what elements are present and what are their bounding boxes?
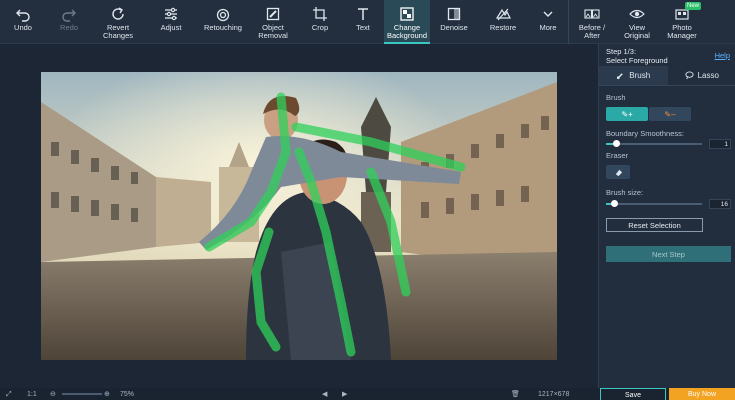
revert-changes-button[interactable]: Revert Changes — [92, 0, 144, 44]
denoise-button[interactable]: Denoise — [430, 0, 478, 44]
boundary-label: Boundary Smoothness: — [606, 129, 684, 138]
prev-image-icon[interactable]: ◀ — [322, 390, 327, 399]
lasso-icon — [685, 71, 694, 80]
zoom-level: 75% — [120, 391, 135, 398]
eye-icon — [629, 9, 645, 19]
trash-icon[interactable]: 🗑 — [511, 390, 520, 399]
brush-size-slider[interactable] — [606, 200, 702, 207]
tab-brush-label: Brush — [629, 71, 651, 80]
revert-label: Revert Changes — [102, 23, 134, 40]
brush-sub-sign: – — [671, 109, 676, 119]
reset-selection-button[interactable]: Reset Selection — [606, 218, 703, 232]
denoise-icon — [447, 7, 461, 21]
step-number: Step 1/3: — [606, 47, 637, 56]
change-background-label: Change Background — [386, 23, 428, 40]
background-icon — [400, 7, 414, 21]
restore-button[interactable]: Restore — [478, 0, 528, 44]
change-background-button[interactable]: Change Background — [384, 0, 430, 44]
before-after-label: Before / After — [578, 23, 606, 40]
chevron-down-icon — [543, 11, 553, 17]
undo-label: Undo — [14, 23, 32, 32]
retouching-label: Retouching — [204, 23, 242, 32]
tab-lasso[interactable]: Lasso — [668, 66, 735, 85]
new-badge: New — [684, 2, 701, 10]
retouching-button[interactable]: Retouching — [198, 0, 248, 44]
retouch-icon — [216, 8, 230, 22]
boundary-value[interactable]: 1 — [709, 139, 731, 149]
eraser-icon — [615, 169, 622, 176]
canvas-area[interactable] — [0, 44, 598, 388]
object-removal-label: Object Removal — [258, 23, 288, 40]
brush-icon — [617, 73, 624, 80]
photo-image — [41, 72, 557, 360]
boundary-slider[interactable] — [606, 140, 702, 147]
before-after-icon — [584, 9, 600, 19]
text-label: Text — [356, 23, 370, 32]
redo-icon — [62, 9, 76, 22]
restore-icon — [495, 8, 511, 21]
object-removal-button[interactable]: Object Removal — [248, 0, 298, 44]
tab-brush[interactable]: Brush — [599, 66, 668, 85]
before-after-button[interactable]: Before / After — [569, 0, 615, 44]
restore-label: Restore — [489, 23, 517, 32]
text-button[interactable]: Text — [342, 0, 384, 44]
eraser-button[interactable] — [606, 165, 630, 179]
eraser-square-icon — [266, 7, 280, 21]
step-title: Step 1/3: Select Foreground — [606, 47, 668, 65]
sliders-icon — [165, 7, 177, 21]
brush-size-value[interactable]: 16 — [709, 199, 731, 209]
photo-manager-button[interactable]: New Photo Manager — [659, 0, 705, 44]
brush-minus-icon: ✎ — [664, 109, 672, 119]
boundary-slider-thumb[interactable] — [613, 140, 620, 147]
photo-canvas[interactable] — [41, 72, 557, 360]
redo-button[interactable]: Redo — [46, 0, 92, 44]
crop-label: Crop — [311, 23, 329, 32]
zoom-out-icon[interactable]: ⊖ — [50, 390, 56, 399]
brush-label: Brush — [606, 93, 626, 102]
view-original-button[interactable]: View Original — [615, 0, 659, 44]
brush-add-sign: + — [628, 109, 633, 119]
next-step-button[interactable]: Next Step — [606, 246, 731, 262]
adjust-button[interactable]: Adjust — [144, 0, 198, 44]
brush-size-label: Brush size: — [606, 188, 644, 197]
background-panel: Step 1/3: Select Foreground Help Brush L… — [598, 44, 735, 388]
zoom-slider[interactable] — [62, 393, 102, 395]
main-toolbar: Undo Redo Revert Changes Adjust Retouchi… — [0, 0, 735, 44]
brush-plus-icon: ✎ — [621, 109, 629, 119]
more-label: More — [539, 23, 557, 32]
redo-label: Redo — [60, 23, 78, 32]
tool-tabs: Brush Lasso — [599, 66, 735, 86]
undo-icon — [16, 9, 30, 22]
revert-icon — [112, 7, 124, 20]
crop-icon — [313, 7, 327, 21]
save-button[interactable]: Save — [600, 388, 666, 400]
tab-lasso-label: Lasso — [697, 71, 719, 80]
zoom-1to1-button[interactable]: 1:1 — [27, 390, 37, 399]
next-image-icon[interactable]: ▶ — [342, 390, 347, 399]
photo-editor-window: Undo Redo Revert Changes Adjust Retouchi… — [0, 0, 735, 400]
zoom-in-icon[interactable]: ⊕ — [104, 390, 110, 399]
help-link[interactable]: Help — [715, 51, 730, 60]
view-original-label: View Original — [624, 23, 650, 40]
photo-manager-label: Photo Manager — [667, 23, 697, 40]
image-dimensions: 1217×678 — [538, 391, 570, 398]
brush-subtract-button[interactable]: ✎ – — [649, 107, 691, 121]
text-icon — [358, 8, 368, 20]
adjust-label: Adjust — [160, 23, 182, 32]
crop-button[interactable]: Crop — [298, 0, 342, 44]
denoise-label: Denoise — [440, 23, 468, 32]
brush-add-button[interactable]: ✎ + — [606, 107, 648, 121]
undo-button[interactable]: Undo — [0, 0, 46, 44]
buy-now-button[interactable]: Buy Now — [669, 388, 735, 400]
brush-size-slider-thumb[interactable] — [611, 200, 618, 207]
step-name: Select Foreground — [606, 56, 668, 65]
more-button[interactable]: More — [528, 0, 568, 44]
eraser-label: Eraser — [606, 151, 629, 160]
fit-icon[interactable]: ⤢ — [6, 390, 12, 399]
